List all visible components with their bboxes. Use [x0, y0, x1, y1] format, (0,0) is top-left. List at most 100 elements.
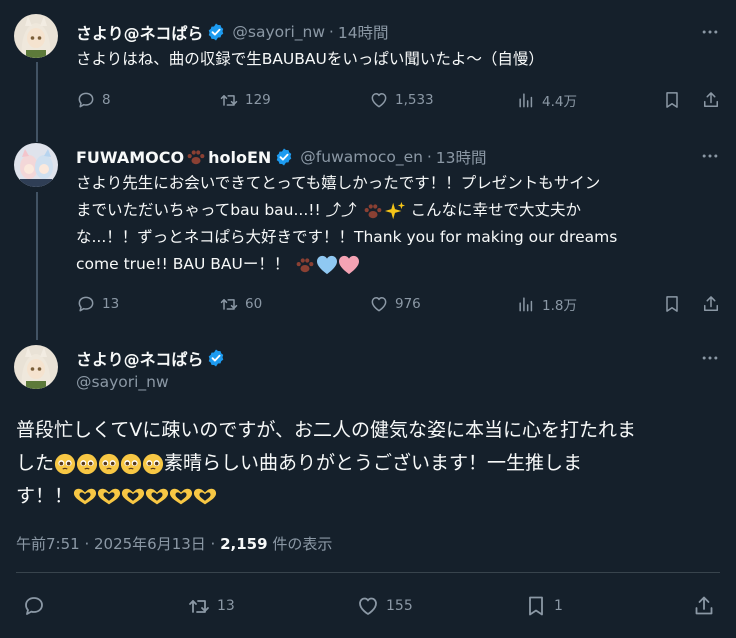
heart-hands-icon	[73, 488, 97, 504]
like-count: 155	[386, 598, 413, 614]
heart-hands-icon	[193, 488, 217, 504]
share-button[interactable]	[701, 90, 727, 110]
like-button[interactable]: 155	[356, 594, 413, 618]
paw-icon	[187, 150, 205, 165]
tweet-text-line: な...！！ずっとネコぱら大好きです！！Thank you for making…	[76, 228, 618, 246]
divider	[16, 572, 720, 573]
tweet-text-line: come true!! BAU BAUー！！	[76, 251, 726, 278]
reply-icon	[76, 294, 96, 314]
share-button[interactable]	[701, 294, 727, 314]
like-icon	[369, 294, 389, 314]
display-name[interactable]: さより@ネコぱら	[76, 20, 203, 44]
reply-icon	[22, 594, 46, 618]
tweet-text-segment: 素晴らしい曲ありがとうございます！一生推しま	[164, 452, 583, 474]
tweet-text-line: す！！	[16, 480, 726, 513]
retweet-icon	[187, 594, 211, 618]
view-label: 件の表示	[267, 535, 333, 553]
timestamp[interactable]: 13時間	[436, 146, 487, 168]
pleading-face-icon	[120, 453, 142, 474]
reply-count: 8	[102, 92, 111, 108]
retweet-icon	[219, 294, 239, 314]
verified-icon	[277, 148, 292, 166]
share-button[interactable]	[692, 594, 722, 618]
pleading-face-icon	[54, 453, 76, 474]
verified-icon	[209, 349, 224, 367]
retweet-button[interactable]: 60	[219, 294, 262, 314]
retweet-count: 13	[217, 598, 235, 614]
pleading-face-icon	[142, 453, 164, 474]
tweet-text-segment: come true!! BAU BAUー！！	[76, 255, 290, 273]
heart-hands-icon	[121, 488, 145, 504]
like-count: 1,533	[395, 92, 434, 108]
avatar[interactable]	[14, 14, 58, 58]
like-icon	[369, 90, 389, 110]
handle[interactable]: @sayori_nw	[76, 373, 169, 391]
like-button[interactable]: 1,533	[369, 90, 434, 110]
share-icon	[701, 90, 721, 110]
bookmark-icon	[662, 90, 682, 110]
views-count: 4.4万	[542, 94, 577, 110]
reply-button[interactable]	[22, 594, 52, 618]
heart-hands-icon	[97, 488, 121, 504]
reply-button[interactable]: 8	[76, 90, 111, 110]
more-icon[interactable]	[700, 348, 720, 368]
retweet-button[interactable]: 13	[187, 594, 235, 618]
retweet-button[interactable]: 129	[219, 90, 271, 110]
sparkles-icon	[384, 201, 405, 219]
bookmark-button[interactable]: 1	[524, 594, 563, 618]
views-icon	[516, 90, 536, 110]
handle[interactable]: @fuwamoco_en	[300, 148, 423, 166]
tweet-text-segment: までいただいちゃってbau bau...!! ⤴⤴	[76, 201, 357, 219]
bookmark-button[interactable]	[662, 294, 688, 314]
like-icon	[356, 594, 380, 618]
share-icon	[701, 294, 721, 314]
pleading-face-icon	[98, 453, 120, 474]
bookmark-count: 1	[554, 598, 563, 614]
tweet-meta: 午前7:51 · 2025年6月13日 · 2,159 件の表示	[16, 533, 332, 554]
tweet-text-line: さより先生にお会いできてとっても嬉しかったです！！プレゼントもサイン	[76, 174, 601, 192]
views-button[interactable]: 4.4万	[516, 90, 577, 110]
more-icon[interactable]	[700, 22, 720, 42]
view-count: 2,159	[220, 535, 268, 553]
display-name-suffix[interactable]: holoEN	[208, 148, 271, 167]
retweet-icon	[219, 90, 239, 110]
bookmark-icon	[662, 294, 682, 314]
views-count: 1.8万	[542, 298, 577, 314]
tweet-datetime[interactable]: 午前7:51 · 2025年6月13日 ·	[16, 535, 220, 553]
avatar[interactable]	[14, 143, 58, 187]
tweet-text-line: 普段忙しくてVに疎いのですが、お二人の健気な姿に本当に心を打たれま	[16, 419, 637, 441]
tweet-text-segment: す！！	[16, 485, 74, 507]
retweet-count: 60	[245, 296, 263, 312]
views-button[interactable]: 1.8万	[516, 294, 577, 314]
tweet-main: さより@ネコぱら @sayori_nw 普段忙しくてVに疎いのですが、お二人の健…	[0, 340, 736, 638]
display-name[interactable]: さより@ネコぱら	[76, 346, 203, 370]
timestamp[interactable]: 14時間	[338, 21, 389, 43]
tweet-text: さより先生にお会いできてとっても嬉しかったです！！プレゼントもサイン までいただ…	[76, 170, 726, 278]
tweet-text-line: までいただいちゃってbau bau...!! ⤴⤴ こんなに幸せで大丈夫か	[76, 197, 726, 224]
like-button[interactable]: 976	[369, 294, 421, 314]
handle[interactable]: @sayori_nw	[232, 23, 325, 41]
pink-heart-icon	[339, 255, 360, 274]
tweet-text: 普段忙しくてVに疎いのですが、お二人の健気な姿に本当に心を打たれま した 素晴らし…	[16, 414, 726, 513]
tweet-text-segment: した	[16, 452, 55, 474]
bookmark-button[interactable]	[662, 90, 688, 110]
more-icon[interactable]	[700, 146, 720, 166]
tweet-text: さよりはね、曲の収録で生BAUBAUをいっぱい聞いたよ～（自慢）	[76, 50, 544, 68]
avatar[interactable]	[14, 345, 58, 389]
views-icon	[516, 294, 536, 314]
paw-icon	[364, 203, 381, 218]
paw-icon	[296, 257, 314, 272]
tweet-text-line: した 素晴らしい曲ありがとうございます！一生推しま	[16, 447, 726, 480]
verified-icon	[209, 23, 224, 41]
blue-heart-icon	[317, 255, 338, 274]
share-icon	[692, 594, 716, 618]
tweet-1[interactable]: さより@ネコぱら @sayori_nw · 14時間 さよりはね、曲の収録で生B…	[0, 0, 736, 142]
heart-hands-icon	[145, 488, 169, 504]
reply-button[interactable]: 13	[76, 294, 119, 314]
like-count: 976	[395, 296, 421, 312]
reply-icon	[76, 90, 96, 110]
bookmark-icon	[524, 594, 548, 618]
display-name[interactable]: FUWAMOCO	[76, 148, 184, 167]
tweet-2[interactable]: FUWAMOCO holoEN @fuwamoco_en · 13時間 さより先…	[0, 130, 736, 340]
pleading-face-icon	[76, 453, 98, 474]
